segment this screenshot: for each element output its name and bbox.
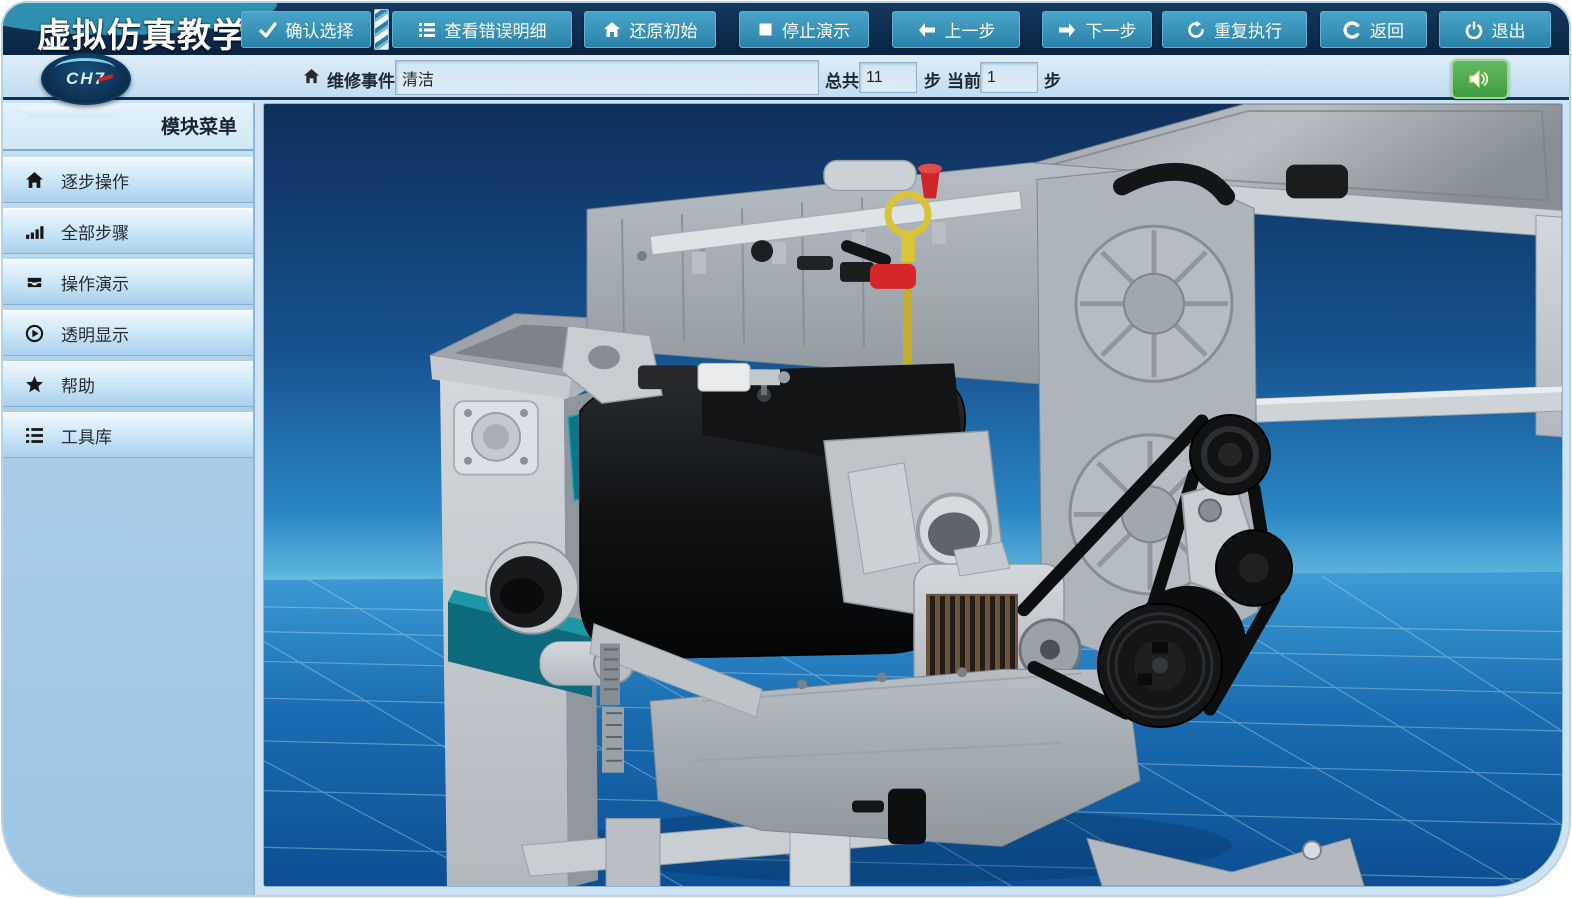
speaker-icon [1468,69,1492,89]
sidebar-item-label: 工具库 [61,423,112,448]
restore-initial-button[interactable]: 还原初始 [584,11,716,48]
sidebar-item-operation-demo[interactable]: 操作演示 [3,259,253,305]
event-label: 维修事件: [327,67,401,92]
app-window: 虚拟仿真教学 确认选择 查看错误明细 还原初始 停止演示 上一步 下一步 重 [1,1,1571,897]
module-menu: 逐步操作 全部步骤 操作演示 透明显示 帮助 工具库 [3,157,253,458]
bars-icon [25,222,44,241]
star-icon [25,375,44,394]
button-label: 上一步 [945,17,996,42]
check-icon [259,21,277,39]
return-button[interactable]: 返回 [1320,11,1427,48]
button-label: 查看错误明细 [445,17,547,42]
stop-demo-button[interactable]: 停止演示 [739,11,869,48]
sidebar-item-transparent-display[interactable]: 透明显示 [3,310,253,356]
current-label: 当前 [947,67,981,92]
sidebar-item-label: 帮助 [61,372,95,397]
red-plug [870,264,916,289]
current-unit-label: 步 [1044,67,1061,92]
toolbar-stripe-divider [374,9,389,50]
total-label: 总共 [825,67,859,92]
sidebar-item-step-by-step[interactable]: 逐步操作 [3,157,253,203]
confirm-selection-button[interactable]: 确认选择 [241,11,371,48]
sidebar-item-tool-library[interactable]: 工具库 [3,412,253,458]
badge-letters: CH7 [66,69,106,89]
button-label: 停止演示 [782,17,850,42]
list-icon [25,426,44,445]
arrow-left-icon [917,22,936,38]
home-icon [303,68,320,85]
sidebar-item-all-steps[interactable]: 全部步骤 [3,208,253,254]
arrow-right-icon [1058,22,1077,38]
home-icon [25,171,44,190]
current-step-value: 1 [987,69,996,87]
button-label: 确认选择 [286,17,354,42]
module-sidebar: 模块菜单 逐步操作 全部步骤 操作演示 透明显示 帮助 [3,103,255,895]
repeat-execution-button[interactable]: 重复执行 [1162,11,1307,48]
button-label: 退出 [1492,17,1526,42]
info-bar: 维修事件: 清洁 总共 11 步 当前 1 步 [3,55,1569,100]
power-icon [1465,21,1483,39]
refresh-icon [1187,21,1205,39]
play-circle-icon [25,324,44,343]
button-label: 返回 [1370,17,1404,42]
total-unit-label: 步 [924,67,941,92]
exit-button[interactable]: 退出 [1439,11,1551,48]
sidebar-header: 模块菜单 [3,103,253,151]
button-label: 还原初始 [630,17,698,42]
event-value: 清洁 [402,66,434,90]
stop-icon [758,22,773,37]
return-icon [1343,21,1361,39]
button-label: 重复执行 [1214,17,1282,42]
sidebar-item-label: 全部步骤 [61,219,129,244]
sound-toggle-button[interactable] [1451,59,1509,99]
top-toolbar: 虚拟仿真教学 确认选择 查看错误明细 还原初始 停止演示 上一步 下一步 重 [3,3,1569,55]
next-step-button[interactable]: 下一步 [1042,11,1152,48]
current-step-input[interactable]: 1 [980,62,1038,93]
sidebar-item-label: 操作演示 [61,270,129,295]
sidebar-item-label: 逐步操作 [61,168,129,193]
list-icon [418,21,436,39]
brand-badge-icon: CH7 [41,53,131,105]
tray-icon [25,273,44,292]
button-label: 下一步 [1086,17,1137,42]
event-input[interactable]: 清洁 [395,60,819,95]
home-icon [603,21,621,39]
engine-3d-scene[interactable] [264,104,1562,886]
view-error-details-button[interactable]: 查看错误明细 [392,11,572,48]
app-title: 虚拟仿真教学 [37,8,241,55]
sidebar-item-help[interactable]: 帮助 [3,361,253,407]
total-steps-input[interactable]: 11 [859,62,917,93]
previous-step-button[interactable]: 上一步 [892,11,1020,48]
viewport-3d[interactable] [263,103,1563,887]
oil-pan-sensor [888,789,926,845]
breather-cap [824,161,916,191]
total-steps-value: 11 [866,69,883,87]
sidebar-item-label: 透明显示 [61,321,129,346]
